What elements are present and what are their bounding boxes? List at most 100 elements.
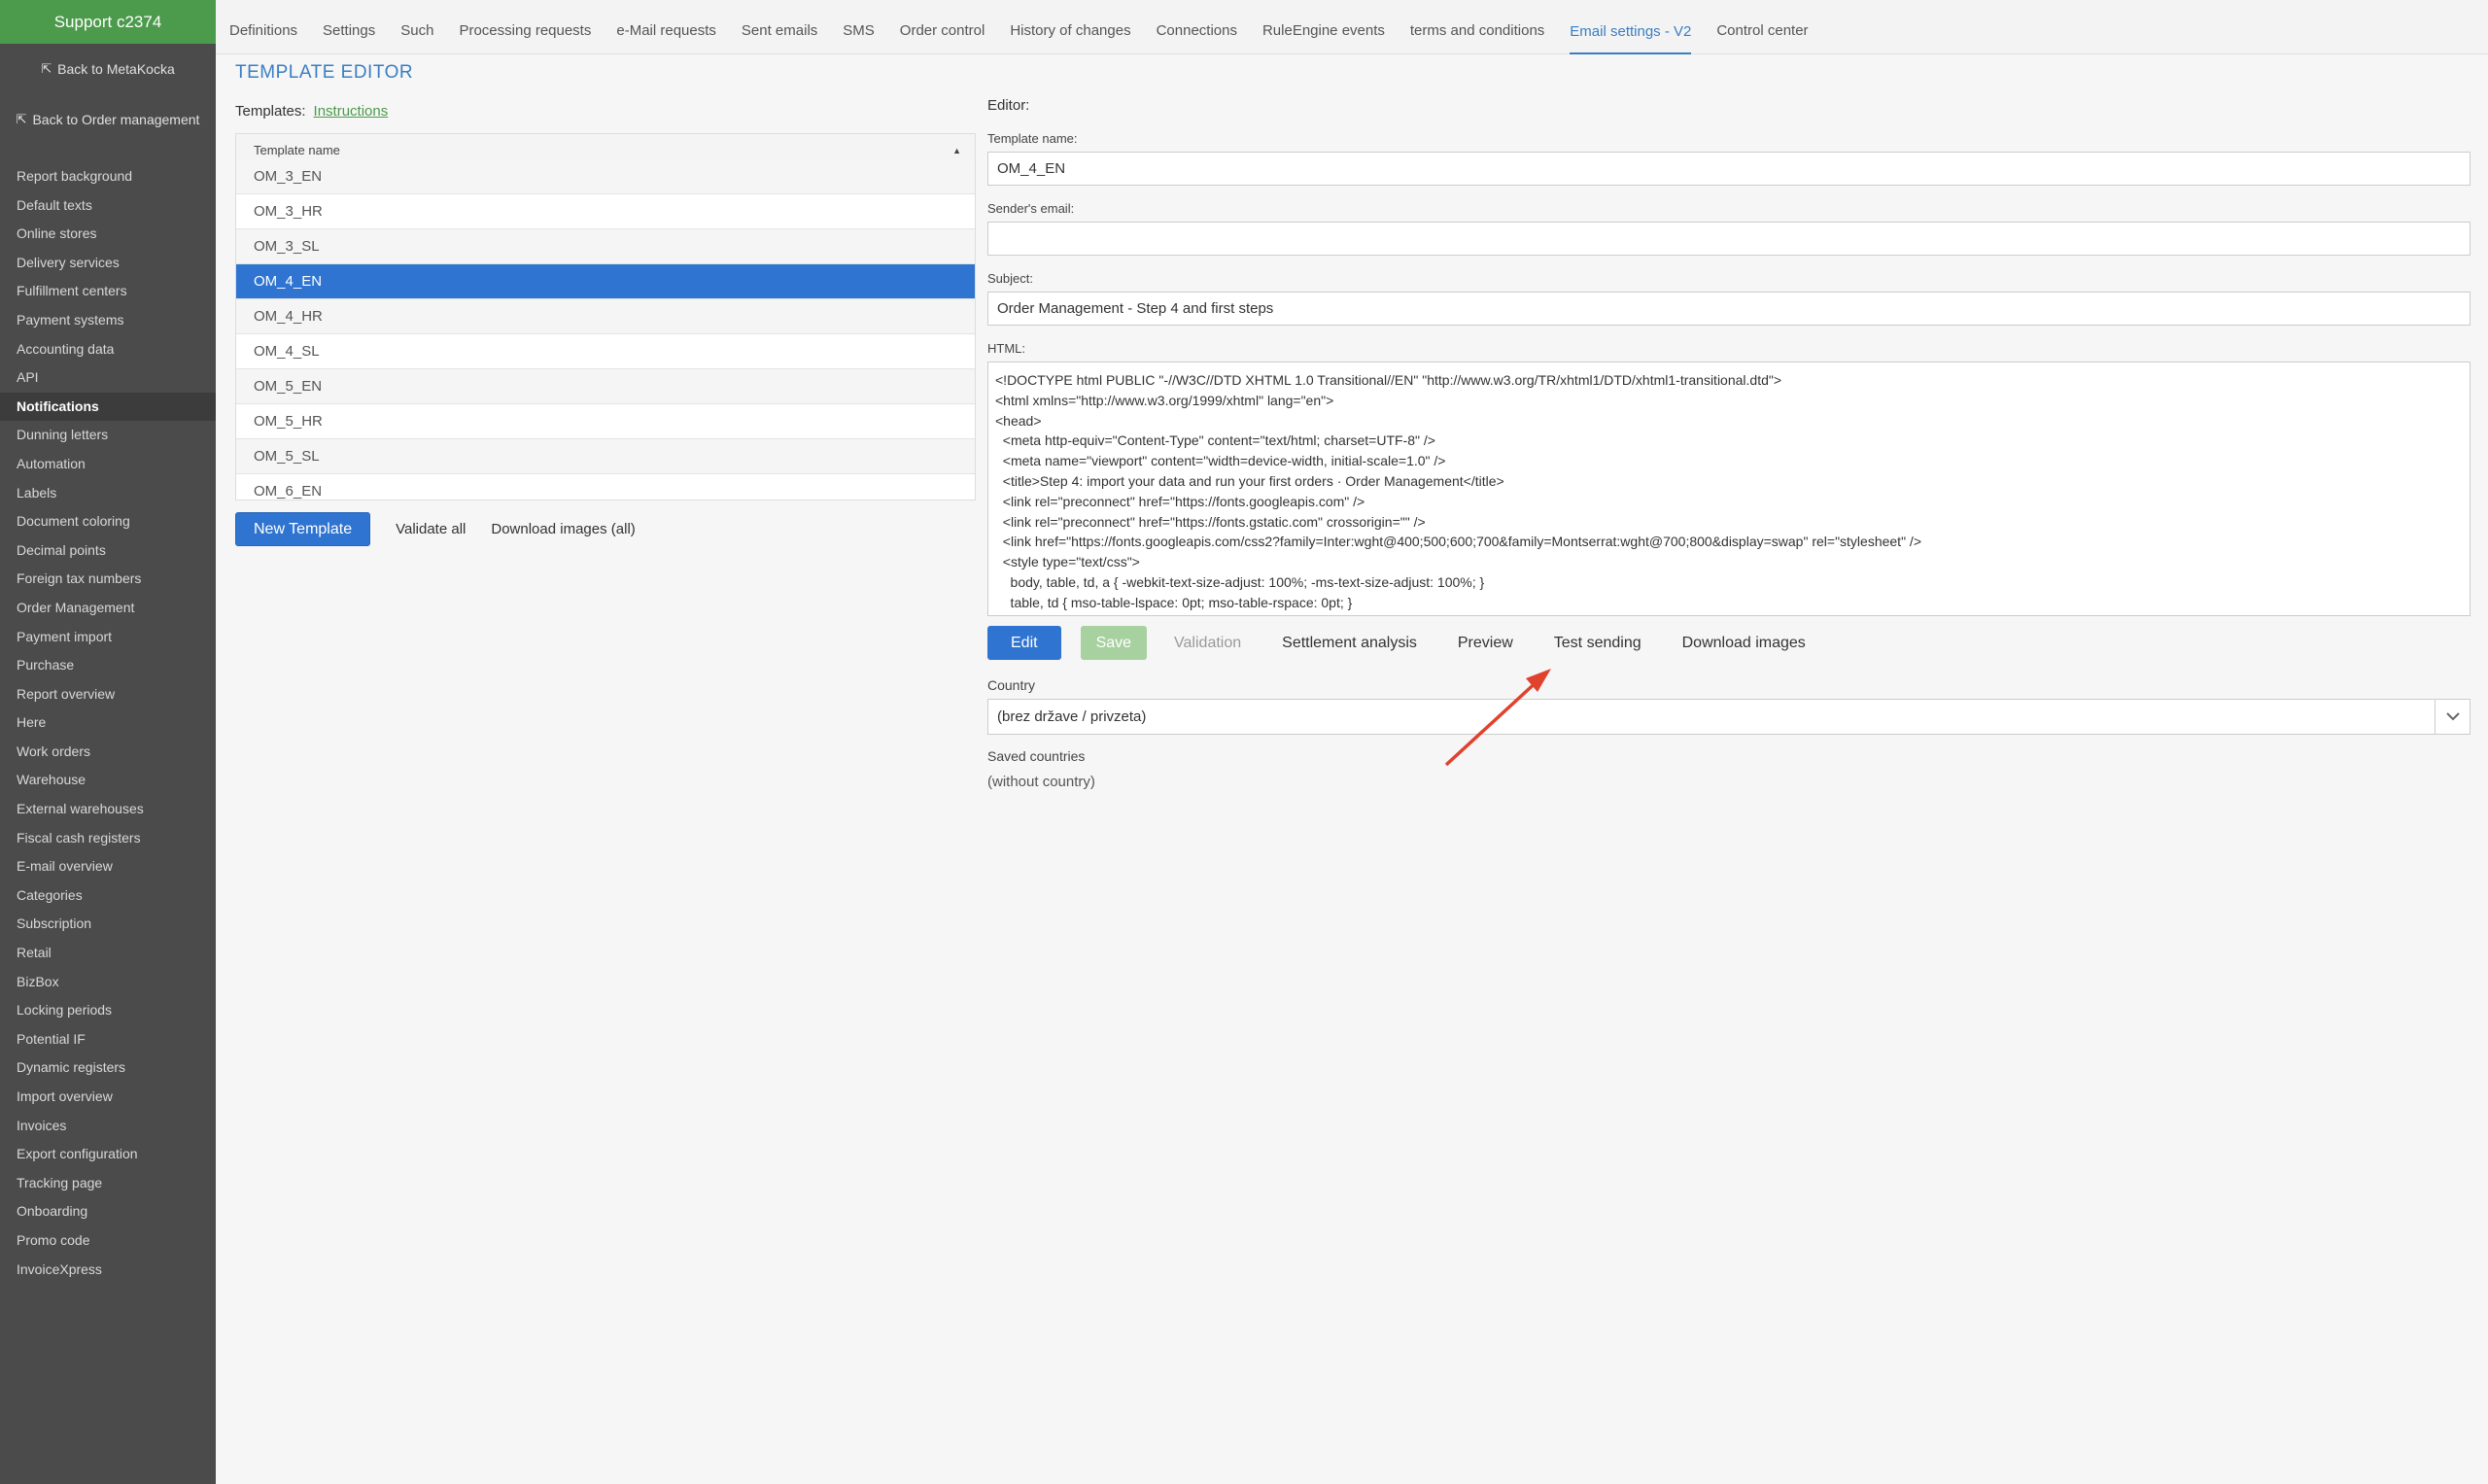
country-label: Country (987, 677, 1036, 693)
table-row[interactable]: OM_3_HR (236, 194, 975, 229)
tab-connections[interactable]: Connections (1157, 0, 1237, 54)
sidebar-item-report-background[interactable]: Report background (0, 162, 216, 191)
sidebar-item-onboarding[interactable]: Onboarding (0, 1197, 216, 1226)
sidebar-item-here[interactable]: Here (0, 708, 216, 738)
sidebar-item-purchase[interactable]: Purchase (0, 651, 216, 680)
editor-panel: Editor: Template name: OM_4_EN Sender's … (987, 97, 2471, 790)
sidebar-item-export-configuration[interactable]: Export configuration (0, 1140, 216, 1169)
sidebar-item-api[interactable]: API (0, 363, 216, 393)
table-row[interactable]: OM_4_SL (236, 334, 975, 369)
tab-definitions[interactable]: Definitions (229, 0, 297, 54)
top-navigation: Definitions Settings Such Processing reques… (216, 0, 2488, 54)
back-to-order-management-link[interactable]: ⇱ Back to Order management (0, 94, 216, 145)
sidebar-item-labels[interactable]: Labels (0, 479, 216, 508)
sidebar-item-work-orders[interactable]: Work orders (0, 738, 216, 767)
table-row[interactable]: OM_5_HR (236, 404, 975, 439)
saved-countries-value: (without country) (987, 774, 1095, 790)
preview-button[interactable]: Preview (1458, 635, 1513, 652)
sidebar-item-document-coloring[interactable]: Document coloring (0, 507, 216, 536)
editor-label: Editor: (987, 97, 1030, 114)
sidebar-item-invoices[interactable]: Invoices (0, 1112, 216, 1141)
tab-ruleengine-events[interactable]: RuleEngine events (1262, 0, 1385, 54)
sidebar-item-report-overview[interactable]: Report overview (0, 680, 216, 709)
tab-sent-emails[interactable]: Sent emails (742, 0, 817, 54)
back-to-metakocka-label: Back to MetaKocka (57, 61, 175, 77)
table-row[interactable]: OM_5_SL (236, 439, 975, 474)
settlement-analysis-button[interactable]: Settlement analysis (1282, 635, 1417, 652)
sender-email-label: Sender's email: (987, 201, 1075, 216)
table-row[interactable]: OM_3_SL (236, 229, 975, 264)
html-textarea[interactable]: <!DOCTYPE html PUBLIC "-//W3C//DTD XHTML… (987, 362, 2471, 616)
sidebar-item-e-mail-overview[interactable]: E-mail overview (0, 852, 216, 881)
save-button[interactable]: Save (1080, 626, 1148, 660)
tab-settings[interactable]: Settings (323, 0, 375, 54)
sidebar-item-potential-if[interactable]: Potential IF (0, 1025, 216, 1054)
subject-input[interactable]: Order Management - Step 4 and first step… (987, 292, 2471, 326)
table-row[interactable]: OM_4_HR (236, 299, 975, 334)
back-to-metakocka-link[interactable]: ⇱ Back to MetaKocka (0, 44, 216, 94)
sidebar-item-import-overview[interactable]: Import overview (0, 1083, 216, 1112)
table-row[interactable]: OM_5_EN (236, 369, 975, 404)
sidebar-item-fulfillment-centers[interactable]: Fulfillment centers (0, 277, 216, 306)
sidebar-item-retail[interactable]: Retail (0, 939, 216, 968)
new-template-button[interactable]: New Template (235, 512, 371, 546)
sidebar-item-payment-import[interactable]: Payment import (0, 623, 216, 652)
instructions-link[interactable]: Instructions (314, 103, 389, 120)
sidebar-item-categories[interactable]: Categories (0, 881, 216, 911)
sidebar-item-tracking-page[interactable]: Tracking page (0, 1169, 216, 1198)
sender-email-input[interactable] (987, 222, 2471, 256)
tab-order-control[interactable]: Order control (900, 0, 985, 54)
chevron-down-icon[interactable] (2435, 700, 2470, 734)
sidebar-item-delivery-services[interactable]: Delivery services (0, 249, 216, 278)
country-select[interactable]: (brez države / privzeta) (987, 699, 2471, 735)
test-sending-button[interactable]: Test sending (1554, 635, 1641, 652)
html-label: HTML: (987, 341, 1025, 356)
brand-title[interactable]: Support c2374 (0, 0, 216, 44)
edit-button[interactable]: Edit (987, 626, 1061, 660)
sidebar-item-default-texts[interactable]: Default texts (0, 191, 216, 221)
table-row[interactable]: OM_4_EN (236, 264, 975, 299)
validate-all-button[interactable]: Validate all (396, 521, 466, 537)
download-images-all-button[interactable]: Download images (all) (491, 521, 635, 537)
sidebar-item-locking-periods[interactable]: Locking periods (0, 996, 216, 1025)
sidebar-item-notifications[interactable]: Notifications (0, 392, 216, 422)
sidebar-item-external-warehouses[interactable]: External warehouses (0, 795, 216, 824)
sidebar-item-subscription[interactable]: Subscription (0, 910, 216, 939)
template-actions: New Template Validate all Download image… (235, 512, 636, 546)
sidebar-item-warehouse[interactable]: Warehouse (0, 766, 216, 795)
tab-sms[interactable]: SMS (843, 0, 875, 54)
tab-processing-requests[interactable]: Processing requests (459, 0, 591, 54)
validation-button[interactable]: Validation (1174, 635, 1241, 652)
templates-label: Templates: Instructions (235, 103, 388, 120)
sidebar-item-order-management[interactable]: Order Management (0, 594, 216, 623)
sidebar-item-decimal-points[interactable]: Decimal points (0, 536, 216, 566)
template-name-input[interactable]: OM_4_EN (987, 152, 2471, 186)
download-images-button[interactable]: Download images (1682, 635, 1806, 652)
tab-email-settings-v2[interactable]: Email settings - V2 (1570, 0, 1692, 54)
tab-e-mail-requests[interactable]: e-Mail requests (616, 0, 716, 54)
sidebar-item-online-stores[interactable]: Online stores (0, 220, 216, 249)
sidebar-item-invoicexpress[interactable]: InvoiceXpress (0, 1256, 216, 1285)
tab-history-of-changes[interactable]: History of changes (1010, 0, 1130, 54)
sidebar-item-automation[interactable]: Automation (0, 450, 216, 479)
back-to-order-management-label: Back to Order management (32, 112, 200, 127)
sidebar-item-dunning-letters[interactable]: Dunning letters (0, 421, 216, 450)
sidebar-item-payment-systems[interactable]: Payment systems (0, 306, 216, 335)
tab-terms-and-conditions[interactable]: terms and conditions (1410, 0, 1544, 54)
tab-control-center[interactable]: Control center (1716, 0, 1808, 54)
template-name-label: Template name: (987, 131, 1078, 146)
external-link-icon: ⇱ (16, 112, 27, 126)
sidebar-item-accounting-data[interactable]: Accounting data (0, 335, 216, 364)
sidebar-item-promo-code[interactable]: Promo code (0, 1226, 216, 1256)
country-select-value: (brez države / privzeta) (997, 708, 1147, 725)
templates-list: OM_3_EN OM_3_HR OM_3_SL OM_4_EN OM_4_HR OM_4_… (236, 159, 975, 500)
sidebar-item-fiscal-cash-registers[interactable]: Fiscal cash registers (0, 824, 216, 853)
table-row[interactable]: OM_3_EN (236, 159, 975, 194)
external-link-icon: ⇱ (41, 61, 52, 76)
sidebar-item-foreign-tax-numbers[interactable]: Foreign tax numbers (0, 565, 216, 594)
sidebar-item-dynamic-registers[interactable]: Dynamic registers (0, 1053, 216, 1083)
table-row[interactable]: OM_6_EN (236, 474, 975, 500)
tab-such[interactable]: Such (400, 0, 433, 54)
column-header-label: Template name (254, 143, 340, 157)
sidebar-item-bizbox[interactable]: BizBox (0, 968, 216, 997)
